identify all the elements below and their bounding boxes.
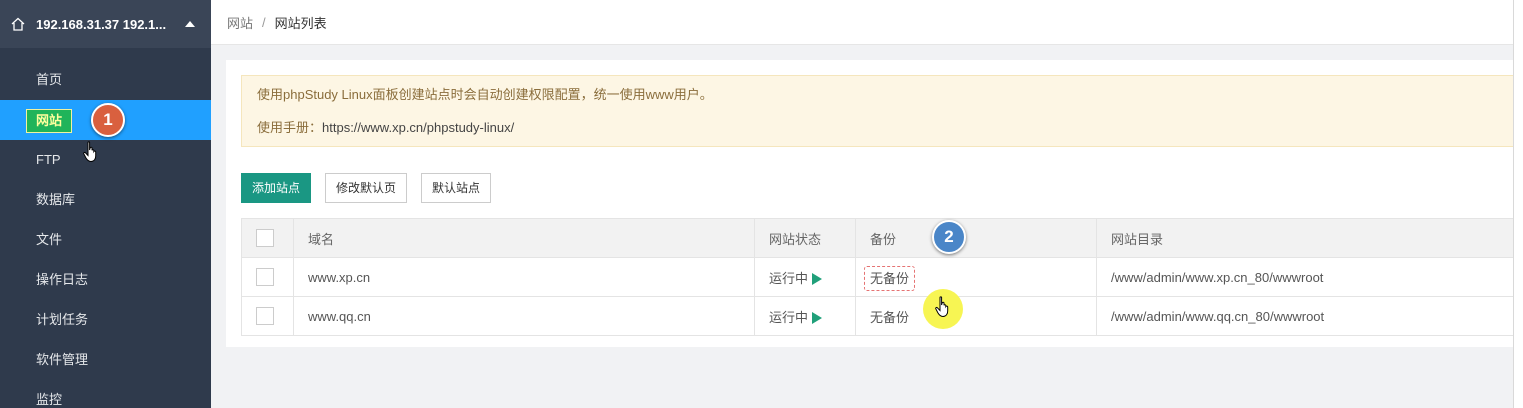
play-icon (812, 312, 823, 325)
table-row: www.xp.cn 运行中 无备份 /www/admin/www.xp.cn_8… (241, 257, 1523, 297)
server-selector[interactable]: 192.168.31.37 192.1... (0, 0, 211, 48)
table-row: www.qq.cn 运行中 无备份 /www/admin/www.qq.cn_8… (241, 296, 1523, 336)
info-notice: 使用phpStudy Linux面板创建站点时会自动创建权限配置，统一使用www… (241, 75, 1523, 147)
add-site-button[interactable]: 添加站点 (241, 173, 312, 203)
play-icon (812, 273, 823, 286)
hand-cursor-icon (83, 141, 97, 163)
sidebar-item-label: 操作日志 (36, 272, 89, 287)
caret-up-icon[interactable] (185, 21, 195, 27)
sidebar-item-operation-log[interactable]: 操作日志 (0, 260, 211, 300)
sidebar: 192.168.31.37 192.1... 首页 网站 1 FTP 数据库 文… (0, 0, 211, 408)
hand-cursor-icon (935, 296, 949, 318)
sidebar-item-database[interactable]: 数据库 (0, 180, 211, 220)
notice-text: 使用phpStudy Linux面板创建站点时会自动创建权限配置，统一使用www… (257, 87, 713, 102)
manual-link[interactable]: https://www.xp.cn/phpstudy-linux/ (322, 120, 514, 135)
step-badge-2: 2 (932, 220, 966, 254)
site-status[interactable]: 运行中 (754, 257, 856, 297)
breadcrumb-root[interactable]: 网站 (227, 13, 253, 32)
site-status-label: 运行中 (769, 309, 809, 325)
sidebar-item-home[interactable]: 首页 (0, 60, 211, 100)
sidebar-item-label: 文件 (36, 232, 63, 247)
site-backup-link[interactable]: 无备份 (870, 310, 909, 325)
column-status: 网站状态 (754, 218, 856, 258)
select-all-checkbox[interactable] (256, 229, 274, 247)
row-checkbox[interactable] (256, 307, 274, 325)
site-domain[interactable]: www.xp.cn (293, 257, 755, 297)
site-root[interactable]: /www/admin/www.qq.cn_80/wwwroot (1096, 296, 1523, 336)
sidebar-item-label: 数据库 (36, 192, 76, 207)
sidebar-item-website[interactable]: 网站 1 (0, 100, 211, 140)
sidebar-item-scheduled-tasks[interactable]: 计划任务 (0, 300, 211, 340)
sidebar-item-label: 软件管理 (36, 352, 89, 367)
site-backup-link[interactable]: 无备份 (864, 265, 916, 291)
sidebar-item-label: FTP (36, 152, 61, 167)
sidebar-item-label: 网站 (26, 108, 73, 133)
sidebar-item-files[interactable]: 文件 (0, 220, 211, 260)
sidebar-item-label: 监控 (36, 392, 63, 407)
breadcrumb: 网站 / 网站列表 (211, 0, 1513, 45)
window-edge (1513, 0, 1523, 408)
main-area: 网站 / 网站列表 使用phpStudy Linux面板创建站点时会自动创建权限… (211, 0, 1523, 408)
site-table: 域名 网站状态 备份 网站目录 www.xp.cn 运行中 无备份 /www/a… (241, 218, 1523, 336)
breadcrumb-separator: / (262, 14, 266, 30)
edit-default-page-button[interactable]: 修改默认页 (325, 173, 408, 203)
sidebar-item-software[interactable]: 软件管理 (0, 340, 211, 380)
row-checkbox[interactable] (256, 268, 274, 286)
toolbar: 添加站点 修改默认页 默认站点 (241, 173, 492, 203)
site-status[interactable]: 运行中 (754, 296, 856, 336)
server-label: 192.168.31.37 192.1... (36, 16, 167, 32)
manual-label: 使用手册： (257, 120, 323, 135)
default-site-button[interactable]: 默认站点 (421, 173, 492, 203)
site-root[interactable]: /www/admin/www.xp.cn_80/wwwroot (1096, 257, 1523, 297)
sidebar-item-label: 计划任务 (36, 312, 89, 327)
breadcrumb-current: 网站列表 (274, 15, 327, 31)
column-domain: 域名 (293, 218, 755, 258)
notice-manual: 使用手册：https://www.xp.cn/phpstudy-linux/ (257, 119, 1515, 136)
sidebar-item-ftp[interactable]: FTP (0, 140, 211, 180)
sidebar-menu: 首页 网站 1 FTP 数据库 文件 操作日志 计划任务 软件管理 监控 (0, 60, 211, 408)
site-domain[interactable]: www.qq.cn (293, 296, 755, 336)
column-root: 网站目录 (1096, 218, 1523, 258)
table-header-row: 域名 网站状态 备份 网站目录 (241, 218, 1523, 258)
step-badge-1: 1 (91, 103, 125, 137)
sidebar-item-monitor[interactable]: 监控 (0, 380, 211, 408)
site-list-panel: 使用phpStudy Linux面板创建站点时会自动创建权限配置，统一使用www… (226, 60, 1523, 347)
column-backup: 备份 (855, 218, 1097, 258)
site-status-label: 运行中 (769, 270, 809, 286)
column-backup-label: 备份 (870, 231, 897, 247)
sidebar-item-label: 首页 (36, 72, 63, 87)
home-icon (11, 17, 25, 31)
